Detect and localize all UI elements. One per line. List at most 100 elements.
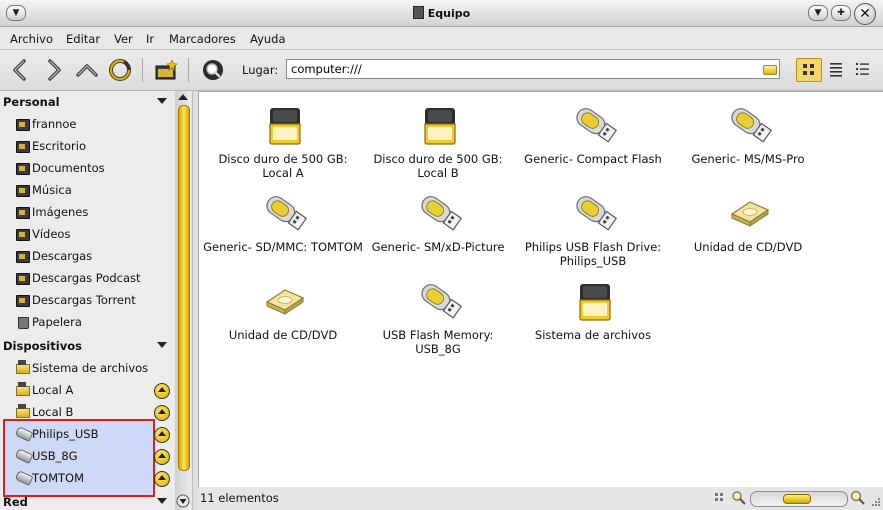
sidebar-item-descargas-podcast[interactable]: Descargas Podcast xyxy=(10,268,160,288)
eject-icon[interactable] xyxy=(154,449,170,465)
menu-ver[interactable]: Ver xyxy=(114,32,133,46)
zoom-magnifier-large-icon[interactable] xyxy=(850,490,866,506)
file-item-label: Generic- SM/xD-Picture xyxy=(371,240,505,254)
sidebar-item-label: USB_8G xyxy=(32,449,78,463)
menu-ayuda[interactable]: Ayuda xyxy=(250,32,286,46)
collapse-arrow-icon[interactable] xyxy=(157,98,167,104)
usb-drive-icon xyxy=(14,470,34,486)
collapse-arrow-icon[interactable] xyxy=(157,342,167,348)
sidebar-item-musica[interactable]: Música xyxy=(10,180,160,200)
file-item-cd-dvd-1[interactable]: Unidad de CD/DVD xyxy=(668,182,828,266)
scrollbar-thumb[interactable] xyxy=(178,105,190,471)
status-bar: 11 elementos xyxy=(198,487,883,510)
file-item-compact-flash[interactable]: Generic- Compact Flash xyxy=(513,94,673,178)
back-arrow-icon[interactable] xyxy=(8,57,34,83)
file-item-sm-xd[interactable]: Generic- SM/xD-Picture xyxy=(358,182,518,266)
file-item-label: Generic- MS/MS-Pro xyxy=(691,152,805,166)
toolbar-separator xyxy=(142,58,143,82)
sidebar-item-local-b[interactable]: Local B xyxy=(10,402,160,422)
optical-drive-icon xyxy=(730,201,770,227)
zoom-out-icon[interactable] xyxy=(714,492,728,506)
sidebar-item-papelera[interactable]: Papelera xyxy=(10,312,160,332)
maximize-button[interactable]: ✚ xyxy=(831,5,851,21)
menu-archivo[interactable]: Archivo xyxy=(10,32,53,46)
menu-ir[interactable]: Ir xyxy=(146,32,154,46)
sidebar: Personal frannoe Escritorio Documentos M… xyxy=(0,91,174,510)
eject-icon[interactable] xyxy=(154,471,170,487)
sidebar-item-label: Descargas xyxy=(32,249,93,263)
list-view-icon xyxy=(830,63,842,77)
scroll-down-arrow-icon[interactable] xyxy=(175,494,191,508)
usb-drive-icon xyxy=(576,108,618,143)
file-item-philips-usb[interactable]: Philips USB Flash Drive: Philips_USB xyxy=(513,182,673,268)
file-item-label: Generic- SD/MMC: TOMTOM xyxy=(203,240,363,254)
collapse-arrow-icon[interactable] xyxy=(157,498,167,504)
up-arrow-icon[interactable] xyxy=(74,57,100,83)
eject-icon[interactable] xyxy=(154,427,170,443)
new-folder-icon[interactable] xyxy=(153,57,179,83)
sidebar-item-descargas-torrent[interactable]: Descargas Torrent xyxy=(10,290,160,310)
usb-drive-icon xyxy=(421,284,463,319)
search-icon[interactable] xyxy=(200,57,226,83)
sidebar-item-imagenes[interactable]: Imágenes xyxy=(10,202,160,222)
sidebar-item-frannoe[interactable]: frannoe xyxy=(10,114,160,134)
sidebar-item-label: Documentos xyxy=(32,161,105,175)
file-item-sd-mmc[interactable]: Generic- SD/MMC: TOMTOM xyxy=(203,182,363,266)
compact-view-icon xyxy=(856,63,869,75)
compact-view-button[interactable] xyxy=(851,58,877,82)
file-item-label: Philips USB Flash Drive: Philips_USB xyxy=(524,240,662,268)
file-item-label: Disco duro de 500 GB: Local A xyxy=(218,152,348,180)
sidebar-item-label: Descargas Podcast xyxy=(32,271,141,285)
sidebar-item-usb-8g[interactable]: USB_8G xyxy=(10,446,160,466)
eject-icon[interactable] xyxy=(154,383,170,399)
sidebar-item-documentos[interactable]: Documentos xyxy=(10,158,160,178)
close-button[interactable]: ✕ xyxy=(854,3,876,25)
file-item-cd-dvd-2[interactable]: Unidad de CD/DVD xyxy=(203,270,363,354)
drive-icon xyxy=(763,65,777,75)
location-label: Lugar: xyxy=(242,63,279,77)
file-item-label: Unidad de CD/DVD xyxy=(693,240,803,254)
file-item-ms-pro[interactable]: Generic- MS/MS-Pro xyxy=(668,94,828,178)
zoom-magnifier-small-icon[interactable] xyxy=(731,490,747,506)
forward-arrow-icon[interactable] xyxy=(40,57,66,83)
sidebar-header-personal: Personal xyxy=(3,95,60,109)
list-view-button[interactable] xyxy=(824,58,850,82)
icon-grid-icon xyxy=(803,64,814,75)
file-item-local-b[interactable]: Disco duro de 500 GB: Local B xyxy=(358,94,518,180)
file-item-sistema-de-archivos[interactable]: Sistema de archivos xyxy=(513,270,673,354)
sidebar-item-escritorio[interactable]: Escritorio xyxy=(10,136,160,156)
icon-view-button[interactable] xyxy=(796,58,822,82)
sidebar-item-local-a[interactable]: Local A xyxy=(10,380,160,400)
file-item-usb-8g[interactable]: USB Flash Memory: USB_8G xyxy=(358,270,518,356)
optical-drive-icon xyxy=(265,289,305,315)
location-input[interactable] xyxy=(286,59,780,79)
menu-editar[interactable]: Editar xyxy=(66,32,100,46)
sidebar-item-tomtom[interactable]: TOMTOM xyxy=(10,468,160,488)
file-item-label: Disco duro de 500 GB: Local B xyxy=(373,152,503,180)
sidebar-header-red: Red xyxy=(3,495,28,509)
sidebar-item-sistema-de-archivos[interactable]: Sistema de archivos xyxy=(10,358,160,378)
documents-folder-icon xyxy=(16,163,30,175)
minimize-button[interactable]: ▼ xyxy=(808,5,828,21)
sidebar-item-videos[interactable]: Vídeos xyxy=(10,224,160,244)
sidebar-item-descargas[interactable]: Descargas xyxy=(10,246,160,266)
sidebar-item-philips-usb[interactable]: Philips_USB xyxy=(10,424,160,444)
file-item-local-a[interactable]: Disco duro de 500 GB: Local A xyxy=(203,94,363,180)
zoom-slider-thumb[interactable] xyxy=(782,494,811,504)
zoom-slider[interactable] xyxy=(750,491,848,507)
scroll-up-arrow-icon[interactable] xyxy=(175,91,191,103)
title-bar: ▼ Equipo ▼ ✚ ✕ xyxy=(0,0,883,27)
resize-grip-icon[interactable] xyxy=(870,496,882,508)
menu-bar: Archivo Editar Ver Ir Marcadores Ayuda xyxy=(0,27,883,50)
harddisk-icon xyxy=(424,108,456,145)
eject-icon[interactable] xyxy=(154,405,170,421)
reload-icon[interactable] xyxy=(107,57,133,83)
sidebar-item-label: Descargas Torrent xyxy=(32,293,136,307)
sidebar-item-label: Local A xyxy=(32,383,74,397)
item-count: 11 elementos xyxy=(200,491,279,505)
sidebar-item-label: Vídeos xyxy=(32,227,71,241)
sidebar-item-label: Philips_USB xyxy=(32,427,99,441)
menu-marcadores[interactable]: Marcadores xyxy=(169,32,236,46)
sidebar-header-dispositivos: Dispositivos xyxy=(3,339,82,353)
sidebar-scrollbar[interactable] xyxy=(175,91,191,510)
